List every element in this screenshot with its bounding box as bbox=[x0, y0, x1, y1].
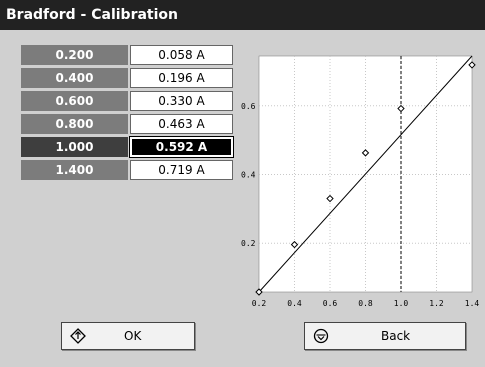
back-button[interactable]: Back bbox=[304, 322, 466, 350]
absorbance-cell[interactable]: 0.719 A bbox=[130, 160, 233, 180]
absorbance-cell[interactable]: 0.330 A bbox=[130, 91, 233, 111]
absorbance-cell[interactable]: 0.592 A bbox=[129, 136, 234, 158]
x-tick-label: 1.4 bbox=[465, 299, 480, 308]
table-row[interactable]: 0.400 0.196 A bbox=[21, 68, 233, 88]
circle-arrow-down-icon bbox=[313, 328, 329, 344]
table-row[interactable]: 1.000 0.592 A bbox=[21, 136, 234, 158]
x-tick-label: 1.2 bbox=[429, 299, 444, 308]
table-row[interactable]: 1.400 0.719 A bbox=[21, 160, 233, 180]
x-tick-label: 1.0 bbox=[394, 299, 409, 308]
standard-concentration-cell: 0.400 bbox=[21, 68, 128, 88]
ok-button[interactable]: OK bbox=[61, 322, 195, 350]
standard-concentration-cell: 1.400 bbox=[21, 160, 128, 180]
y-tick-label: 0.2 bbox=[241, 239, 256, 248]
x-tick-label: 0.8 bbox=[358, 299, 373, 308]
x-tick-label: 0.4 bbox=[287, 299, 302, 308]
standard-concentration-cell: 0.600 bbox=[21, 91, 128, 111]
table-row[interactable]: 0.800 0.463 A bbox=[21, 114, 233, 134]
x-tick-label: 0.2 bbox=[252, 299, 267, 308]
calibration-chart: 0.2 0.4 0.6 0.8 1.0 1.2 1.4 0.2 0.4 0.6 bbox=[241, 55, 480, 308]
diamond-arrow-icon bbox=[70, 328, 86, 344]
absorbance-cell[interactable]: 0.058 A bbox=[130, 45, 233, 65]
window-title: Bradford - Calibration bbox=[0, 0, 485, 30]
calibration-screen: Bradford - Calibration 0.200 0.058 A 0.400… bbox=[0, 0, 485, 367]
back-button-label: Back bbox=[381, 329, 411, 343]
standard-concentration-cell: 0.800 bbox=[21, 114, 128, 134]
table-row[interactable]: 0.600 0.330 A bbox=[21, 91, 233, 111]
main-panel: 0.200 0.058 A 0.400 0.196 A 0.600 0.330 A 0.80… bbox=[0, 30, 485, 367]
table-row[interactable]: 0.200 0.058 A bbox=[21, 45, 233, 65]
y-tick-label: 0.6 bbox=[241, 102, 256, 111]
absorbance-cell[interactable]: 0.196 A bbox=[130, 68, 233, 88]
standard-concentration-cell: 1.000 bbox=[21, 137, 128, 157]
ok-button-label: OK bbox=[124, 329, 142, 343]
x-tick-label: 0.6 bbox=[323, 299, 338, 308]
standard-concentration-cell: 0.200 bbox=[21, 45, 128, 65]
y-tick-label: 0.4 bbox=[241, 171, 256, 180]
absorbance-cell[interactable]: 0.463 A bbox=[130, 114, 233, 134]
